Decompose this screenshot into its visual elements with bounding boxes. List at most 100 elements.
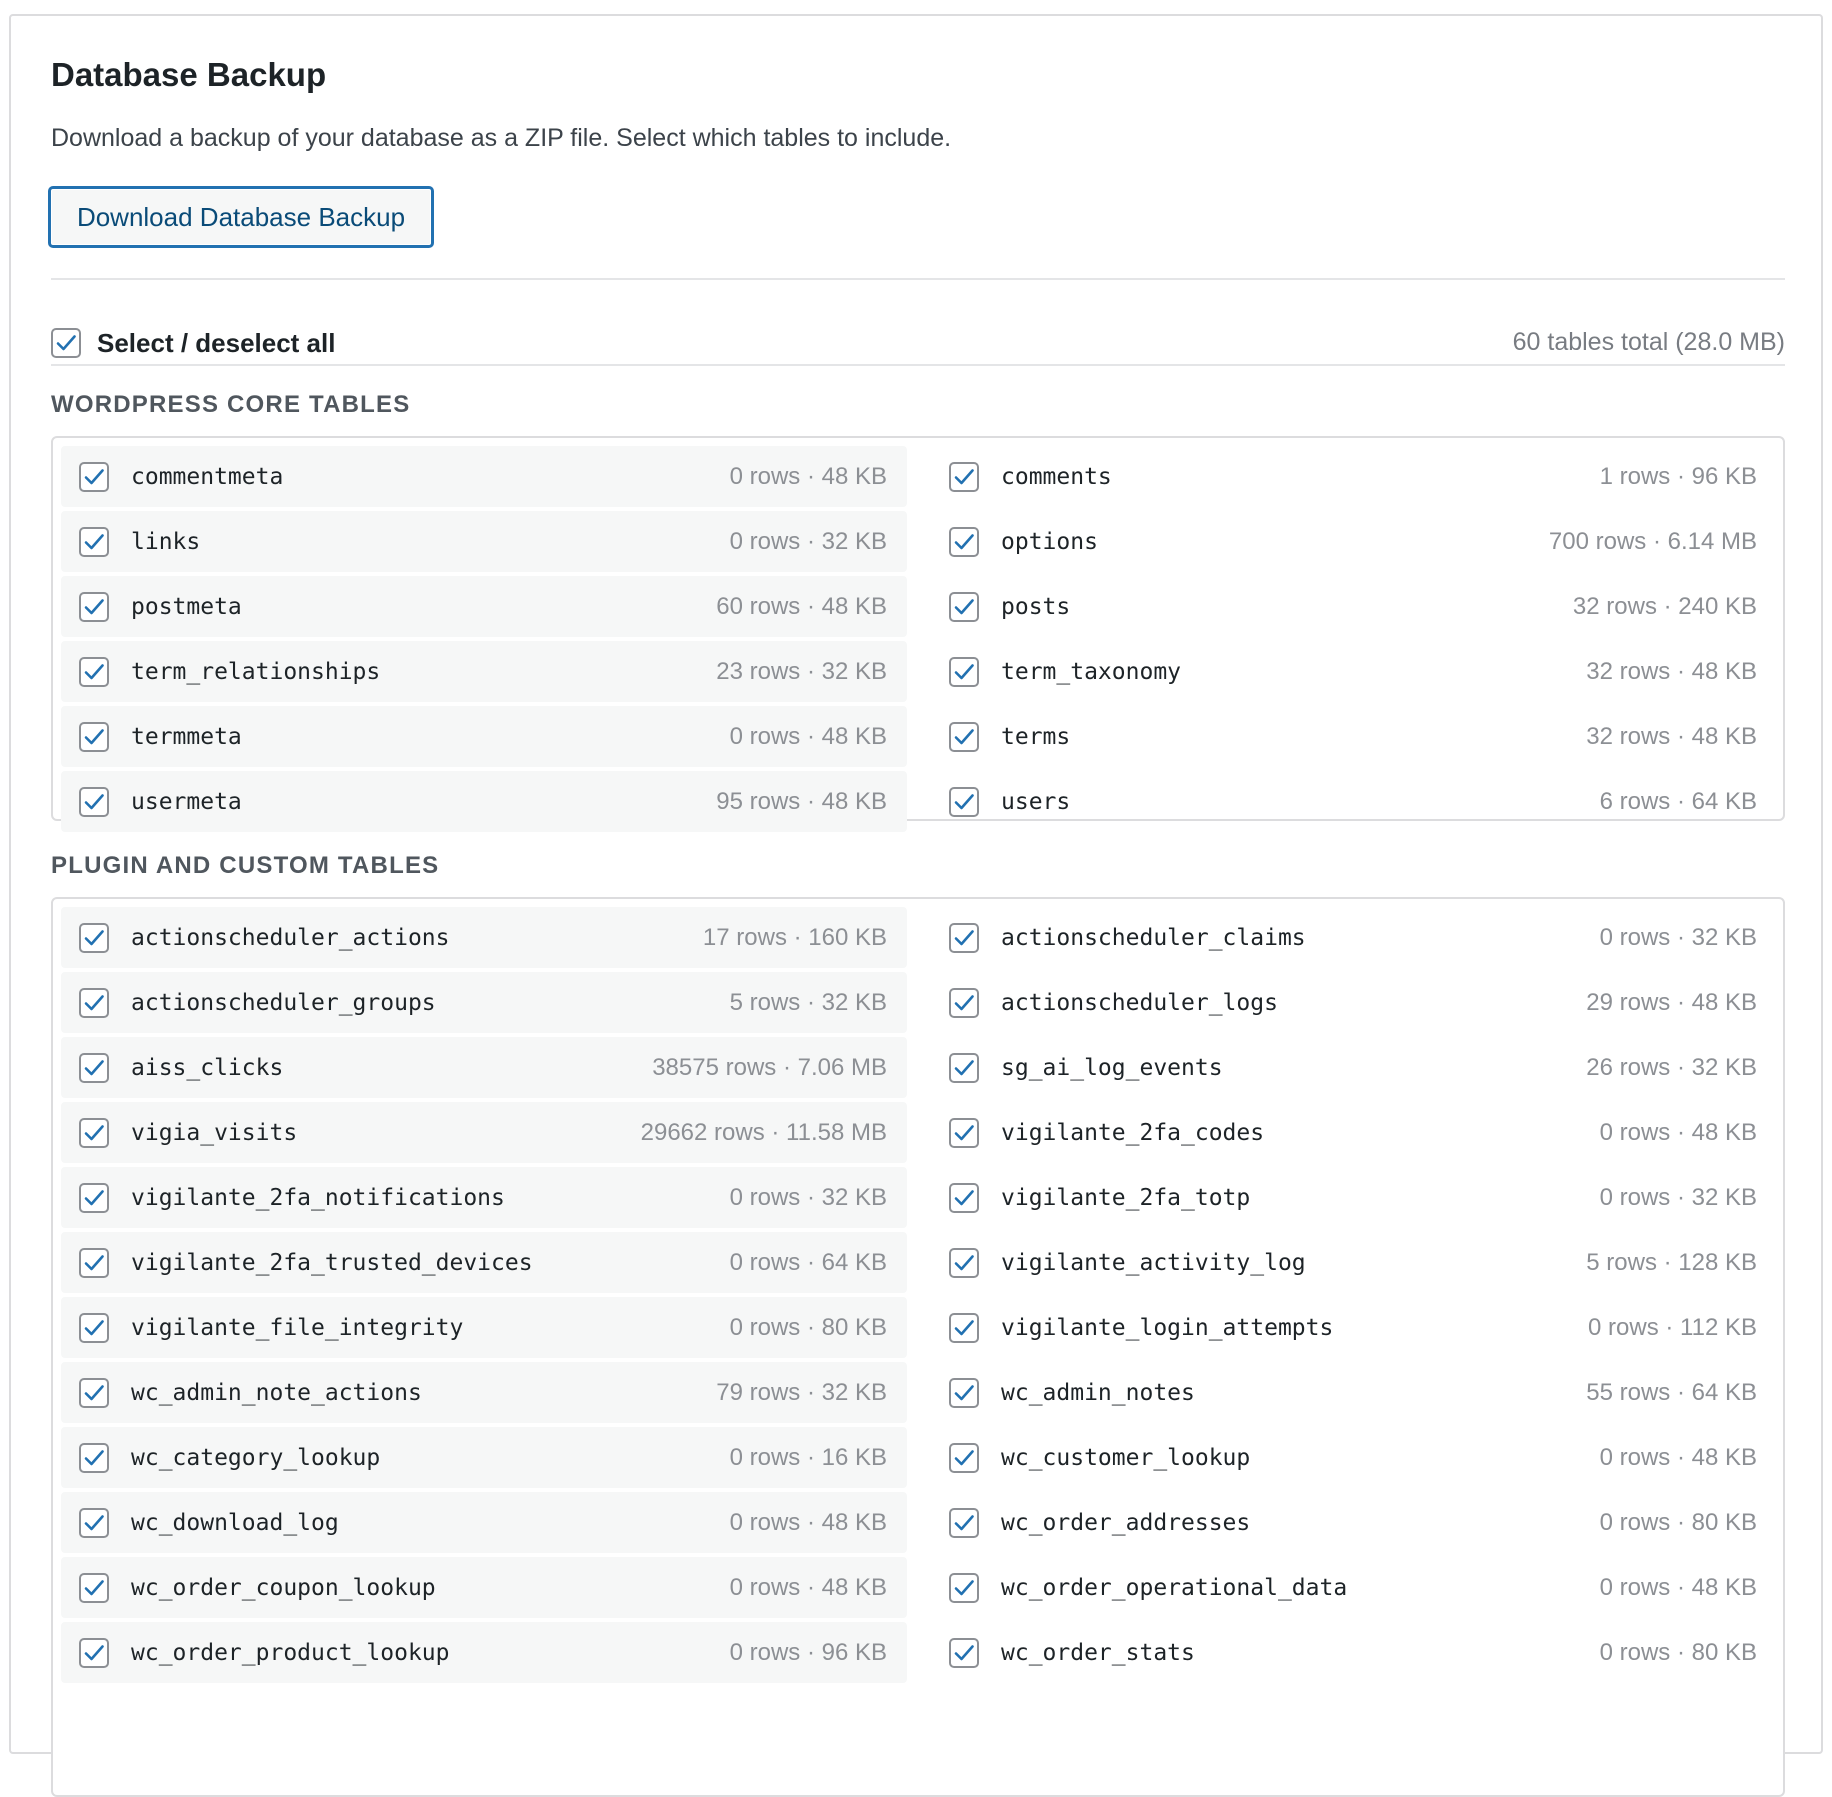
table-stats: 0 rows · 48 KB <box>729 1573 887 1601</box>
table-checkbox[interactable] <box>949 922 979 953</box>
table-row[interactable]: links 0 rows · 32 KB <box>61 511 907 572</box>
table-name: wc_order_stats <box>1001 1639 1195 1666</box>
table-row[interactable]: aiss_clicks 38575 rows · 7.06 MB <box>61 1037 907 1098</box>
checkmark-icon <box>84 1384 104 1400</box>
table-row[interactable]: users 6 rows · 64 KB <box>931 771 1777 832</box>
table-name: terms <box>1001 723 1071 750</box>
table-row[interactable]: actionscheduler_claims 0 rows · 32 KB <box>931 907 1777 968</box>
table-checkbox[interactable] <box>949 1312 979 1343</box>
table-checkbox[interactable] <box>949 1052 979 1083</box>
table-row[interactable]: wc_category_lookup 0 rows · 16 KB <box>61 1427 907 1488</box>
table-row[interactable]: wc_customer_lookup 0 rows · 48 KB <box>931 1427 1777 1488</box>
checkmark-icon <box>954 1449 974 1465</box>
table-row[interactable]: term_relationships 23 rows · 32 KB <box>61 641 907 702</box>
table-checkbox[interactable] <box>949 1572 979 1603</box>
table-row[interactable]: actionscheduler_actions 17 rows · 160 KB <box>61 907 907 968</box>
table-checkbox[interactable] <box>949 1377 979 1408</box>
table-checkbox[interactable] <box>949 1182 979 1213</box>
table-row[interactable]: vigilante_activity_log 5 rows · 128 KB <box>931 1232 1777 1293</box>
table-checkbox[interactable] <box>79 526 109 557</box>
checkmark-icon <box>954 598 974 614</box>
table-checkbox[interactable] <box>949 1637 979 1668</box>
table-checkbox[interactable] <box>949 721 979 752</box>
table-row[interactable]: actionscheduler_groups 5 rows · 32 KB <box>61 972 907 1033</box>
table-row[interactable]: wc_download_log 0 rows · 48 KB <box>61 1492 907 1553</box>
table-row[interactable]: term_taxonomy 32 rows · 48 KB <box>931 641 1777 702</box>
table-row[interactable]: wc_order_addresses 0 rows · 80 KB <box>931 1492 1777 1553</box>
table-checkbox[interactable] <box>79 987 109 1018</box>
checkmark-icon <box>84 929 104 945</box>
table-row[interactable]: wc_admin_notes 55 rows · 64 KB <box>931 1362 1777 1423</box>
table-checkbox[interactable] <box>79 1052 109 1083</box>
table-checkbox[interactable] <box>949 1442 979 1473</box>
checkmark-icon <box>954 1189 974 1205</box>
table-row[interactable]: terms 32 rows · 48 KB <box>931 706 1777 767</box>
table-stats: 0 rows · 80 KB <box>1599 1508 1757 1536</box>
table-checkbox[interactable] <box>79 1637 109 1668</box>
table-row[interactable]: vigia_visits 29662 rows · 11.58 MB <box>61 1102 907 1163</box>
table-row[interactable]: sg_ai_log_events 26 rows · 32 KB <box>931 1037 1777 1098</box>
table-row[interactable]: options 700 rows · 6.14 MB <box>931 511 1777 572</box>
table-row[interactable]: vigilante_2fa_totp 0 rows · 32 KB <box>931 1167 1777 1228</box>
table-checkbox[interactable] <box>79 922 109 953</box>
checkmark-icon <box>84 1254 104 1270</box>
table-checkbox[interactable] <box>79 1377 109 1408</box>
table-name: wc_admin_notes <box>1001 1379 1195 1406</box>
table-checkbox[interactable] <box>949 786 979 817</box>
table-row[interactable]: wc_order_operational_data 0 rows · 48 KB <box>931 1557 1777 1618</box>
table-stats: 1 rows · 96 KB <box>1599 462 1757 490</box>
select-all-toggle[interactable]: Select / deselect all <box>51 325 335 361</box>
table-name: wc_order_operational_data <box>1001 1574 1348 1601</box>
table-checkbox[interactable] <box>949 987 979 1018</box>
table-row[interactable]: posts 32 rows · 240 KB <box>931 576 1777 637</box>
table-stats: 0 rows · 80 KB <box>1599 1638 1757 1666</box>
checkmark-icon <box>84 728 104 744</box>
table-row[interactable]: vigilante_2fa_trusted_devices 0 rows · 64… <box>61 1232 907 1293</box>
table-stats: 0 rows · 96 KB <box>729 1638 887 1666</box>
table-name: actionscheduler_logs <box>1001 989 1278 1016</box>
table-checkbox[interactable] <box>79 1312 109 1343</box>
table-checkbox[interactable] <box>79 1442 109 1473</box>
table-row[interactable]: actionscheduler_logs 29 rows · 48 KB <box>931 972 1777 1033</box>
table-row[interactable]: usermeta 95 rows · 48 KB <box>61 771 907 832</box>
table-name: term_taxonomy <box>1001 658 1182 685</box>
table-checkbox[interactable] <box>949 591 979 622</box>
table-row[interactable]: vigilante_file_integrity 0 rows · 80 KB <box>61 1297 907 1358</box>
table-checkbox[interactable] <box>949 461 979 492</box>
table-row[interactable]: wc_order_coupon_lookup 0 rows · 48 KB <box>61 1557 907 1618</box>
table-checkbox[interactable] <box>79 786 109 817</box>
table-row[interactable]: wc_order_product_lookup 0 rows · 96 KB <box>61 1622 907 1683</box>
table-checkbox[interactable] <box>79 1247 109 1278</box>
checkmark-icon <box>84 533 104 549</box>
table-name: wc_order_product_lookup <box>131 1639 450 1666</box>
table-checkbox[interactable] <box>79 591 109 622</box>
download-backup-button[interactable]: Download Database Backup <box>48 186 434 248</box>
table-name: vigilante_login_attempts <box>1001 1314 1334 1341</box>
table-checkbox[interactable] <box>949 1247 979 1278</box>
table-row[interactable]: termmeta 0 rows · 48 KB <box>61 706 907 767</box>
table-checkbox[interactable] <box>79 1182 109 1213</box>
table-row[interactable]: vigilante_2fa_codes 0 rows · 48 KB <box>931 1102 1777 1163</box>
table-checkbox[interactable] <box>79 461 109 492</box>
table-name: actionscheduler_groups <box>131 989 436 1016</box>
table-checkbox[interactable] <box>79 1117 109 1148</box>
select-all-checkbox[interactable] <box>51 328 81 358</box>
section-heading-core: WordPress Core Tables <box>51 391 411 418</box>
table-row[interactable]: wc_order_stats 0 rows · 80 KB <box>931 1622 1777 1683</box>
table-row[interactable]: postmeta 60 rows · 48 KB <box>61 576 907 637</box>
table-checkbox[interactable] <box>949 526 979 557</box>
table-row[interactable]: vigilante_login_attempts 0 rows · 112 KB <box>931 1297 1777 1358</box>
table-row[interactable]: comments 1 rows · 96 KB <box>931 446 1777 507</box>
table-checkbox[interactable] <box>79 1507 109 1538</box>
table-row[interactable]: wc_admin_note_actions 79 rows · 32 KB <box>61 1362 907 1423</box>
table-checkbox[interactable] <box>949 1507 979 1538</box>
table-checkbox[interactable] <box>79 721 109 752</box>
table-row[interactable]: vigilante_2fa_notifications 0 rows · 32 K… <box>61 1167 907 1228</box>
table-checkbox[interactable] <box>79 656 109 687</box>
table-stats: 0 rows · 48 KB <box>1599 1443 1757 1471</box>
table-checkbox[interactable] <box>949 1117 979 1148</box>
table-checkbox[interactable] <box>949 656 979 687</box>
table-checkbox[interactable] <box>79 1572 109 1603</box>
table-row[interactable]: commentmeta 0 rows · 48 KB <box>61 446 907 507</box>
checkmark-icon <box>84 793 104 809</box>
